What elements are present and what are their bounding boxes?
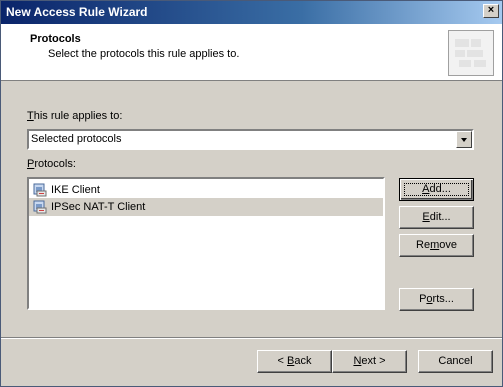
- window-title: New Access Rule Wizard: [6, 5, 148, 19]
- close-icon: ×: [487, 4, 495, 16]
- list-item[interactable]: IPSec NAT-T Client: [29, 198, 383, 216]
- applies-label: This rule applies to:: [27, 110, 123, 122]
- list-item-label: IKE Client: [51, 184, 100, 196]
- list-item[interactable]: IKE Client: [29, 181, 383, 199]
- back-button[interactable]: < Back: [257, 350, 332, 373]
- add-button[interactable]: Add...: [399, 178, 474, 201]
- applies-dropdown-value: Selected protocols: [31, 133, 122, 145]
- wizard-banner-icon: [448, 30, 494, 76]
- next-button[interactable]: Next >: [332, 350, 407, 373]
- edit-button[interactable]: Edit...: [399, 206, 474, 229]
- protocol-icon: [33, 183, 47, 197]
- page-title: Protocols: [30, 33, 81, 45]
- footer-divider: [1, 337, 502, 339]
- title-bar[interactable]: New Access Rule Wizard ×: [1, 1, 502, 24]
- protocols-label: Protocols:: [27, 158, 76, 170]
- wizard-header: Protocols Select the protocols this rule…: [1, 24, 502, 81]
- chevron-down-icon[interactable]: [456, 131, 472, 148]
- list-item-label: IPSec NAT-T Client: [51, 201, 146, 213]
- remove-button[interactable]: Remove: [399, 234, 474, 257]
- cancel-button[interactable]: Cancel: [418, 350, 493, 373]
- ports-button[interactable]: Ports...: [399, 288, 474, 311]
- applies-dropdown[interactable]: Selected protocols: [27, 129, 474, 150]
- protocol-icon: [33, 200, 47, 214]
- page-subtitle: Select the protocols this rule applies t…: [48, 48, 240, 60]
- protocols-list[interactable]: IKE Client IPSec NAT-T Client: [27, 177, 385, 310]
- wizard-window: New Access Rule Wizard × Protocols Selec…: [0, 0, 503, 387]
- close-button[interactable]: ×: [483, 4, 499, 18]
